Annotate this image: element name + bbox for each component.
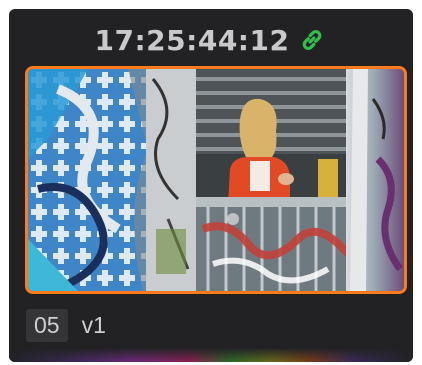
clip-thumbnail[interactable] — [25, 66, 407, 294]
timeline-clip-card[interactable]: 17:25:44:12 05 v1 — [9, 9, 413, 362]
color-strip — [9, 348, 413, 362]
thumbnail-image — [28, 69, 404, 291]
track-label: v1 — [81, 311, 106, 338]
link-icon[interactable] — [297, 25, 327, 55]
clip-header: 17:25:44:12 — [9, 21, 413, 59]
clip-meta: 05 v1 — [26, 307, 106, 343]
clip-number: 05 — [26, 308, 68, 342]
clip-timecode: 17:25:44:12 — [94, 23, 290, 57]
